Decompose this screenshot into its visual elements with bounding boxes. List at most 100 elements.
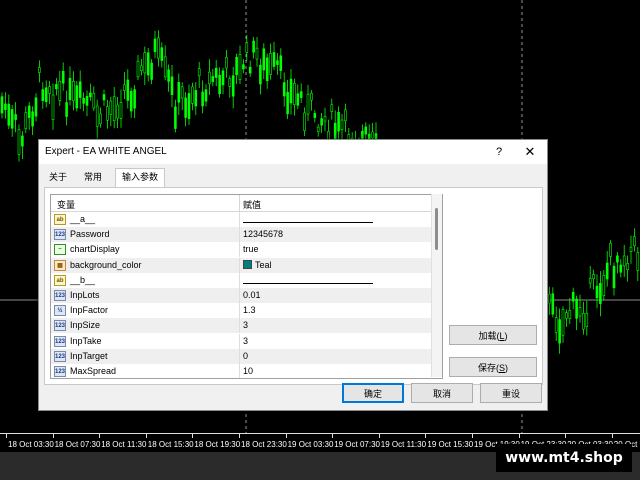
row-divider xyxy=(239,288,240,303)
candle-body xyxy=(279,55,283,71)
save-label: 保存( xyxy=(477,363,499,373)
grid-scrollbar[interactable] xyxy=(431,194,442,377)
candle-body xyxy=(31,111,34,127)
table-row[interactable]: 123 InpLots 0.01 xyxy=(51,288,442,303)
candle-body xyxy=(320,118,323,126)
time-axis-tick xyxy=(145,434,147,438)
time-axis-tick xyxy=(6,434,7,438)
candle-body xyxy=(337,112,340,132)
candle-body xyxy=(58,80,62,101)
candle-body xyxy=(191,86,194,104)
row-variable-name: InpTarget xyxy=(70,350,108,361)
table-row[interactable]: ▦ background_color Teal xyxy=(51,257,442,273)
tab-common[interactable]: 常用 xyxy=(79,169,107,186)
dialog-titlebar[interactable]: Expert - EA WHITE ANGEL ? ✕ xyxy=(39,140,547,164)
row-divider xyxy=(239,303,240,319)
color-type-icon: ▦ xyxy=(54,259,66,271)
column-header-variable[interactable]: 变量 xyxy=(57,198,75,211)
row-divider xyxy=(239,227,240,243)
candle-body xyxy=(221,70,225,86)
row-value[interactable]: 3 xyxy=(243,336,248,346)
candle-body xyxy=(605,262,609,280)
time-axis-tick xyxy=(99,434,101,438)
row-value[interactable]: 0.01 xyxy=(243,290,261,300)
table-row[interactable]: 123 InpTake 3 xyxy=(51,333,442,349)
candle-body xyxy=(619,264,623,273)
table-row[interactable]: ~ chartDisplay true xyxy=(51,242,442,258)
candle-body xyxy=(612,265,616,289)
row-variable-name: background_color xyxy=(70,259,142,270)
row-variable-name: InpLots xyxy=(70,290,100,300)
row-divider xyxy=(239,257,240,273)
candle-body xyxy=(609,242,612,257)
row-value[interactable]: 10 xyxy=(243,366,253,376)
tab-inputs[interactable]: 输入参数 xyxy=(115,168,165,188)
string-type-icon: ab xyxy=(54,274,66,286)
input-parameters-grid[interactable]: 变量 赋值 ab __a__ 123 Password 12345678 ~ chartDi… xyxy=(50,194,443,379)
cancel-button[interactable]: 取消 xyxy=(411,383,473,403)
row-value[interactable]: 1.3 xyxy=(243,305,256,315)
candle-body xyxy=(51,94,55,120)
time-axis-tick xyxy=(378,434,380,438)
candle-body xyxy=(65,102,68,117)
candle-body xyxy=(582,312,585,330)
candle-body xyxy=(109,100,113,115)
row-value[interactable]: true xyxy=(243,244,259,254)
candle-body xyxy=(208,71,211,85)
save-button[interactable]: 保存(S) xyxy=(449,357,537,377)
candle-body xyxy=(38,67,41,73)
table-row[interactable]: ab __b__ xyxy=(51,272,442,288)
candle-body xyxy=(565,312,568,319)
load-button[interactable]: 加载(L) xyxy=(449,325,537,345)
row-variable-name: InpSize xyxy=(70,320,101,331)
candle-body xyxy=(89,92,92,98)
column-divider[interactable] xyxy=(239,195,240,211)
ok-button[interactable]: 确定 xyxy=(342,383,404,403)
candle-body xyxy=(578,307,582,317)
candle-body xyxy=(262,48,266,71)
time-axis-label: 19 Oct 07:30 xyxy=(334,440,380,449)
candle-body xyxy=(92,93,96,109)
dialog-title: Expert - EA WHITE ANGEL xyxy=(45,146,167,157)
row-divider xyxy=(239,318,240,334)
row-value[interactable]: Teal xyxy=(243,259,272,270)
candle-body xyxy=(21,135,24,147)
candle-body xyxy=(27,105,31,118)
candle-body xyxy=(595,285,599,299)
candle-body xyxy=(99,113,102,125)
candle-body xyxy=(187,93,191,119)
row-value[interactable]: 12345678 xyxy=(243,229,283,239)
candle-body xyxy=(602,274,606,296)
column-header-value[interactable]: 赋值 xyxy=(243,198,261,211)
row-value[interactable]: 3 xyxy=(243,320,248,330)
candle-body xyxy=(41,89,45,102)
candle-body xyxy=(225,57,228,69)
help-button[interactable]: ? xyxy=(491,144,507,160)
candle-body xyxy=(276,60,279,65)
candle-body xyxy=(293,82,296,105)
candle-body xyxy=(119,102,123,119)
number-type-icon: 123 xyxy=(54,335,66,347)
table-row[interactable]: 123 MaxSpread 10 xyxy=(51,364,442,378)
table-row[interactable]: ½ InpFactor 1.3 xyxy=(51,303,442,319)
close-button[interactable]: ✕ xyxy=(519,142,541,162)
candle-body xyxy=(238,54,242,80)
table-row[interactable]: ab __a__ xyxy=(51,212,442,227)
candle-body xyxy=(4,103,7,111)
table-row[interactable]: 123 InpSize 3 xyxy=(51,318,442,334)
row-value[interactable]: 0 xyxy=(243,351,248,361)
table-row[interactable]: 123 InpTarget 0 xyxy=(51,348,442,364)
reset-button[interactable]: 重设 xyxy=(480,383,542,403)
candle-body xyxy=(55,84,58,90)
scrollbar-thumb[interactable] xyxy=(435,208,438,250)
candle-body xyxy=(269,53,272,75)
candle-body xyxy=(265,57,269,82)
row-variable-name: InpTake xyxy=(70,335,102,346)
candle-body xyxy=(252,40,255,53)
candle-body xyxy=(95,105,99,127)
time-axis-tick xyxy=(285,434,287,438)
table-row[interactable]: 123 Password 12345678 xyxy=(51,227,442,243)
tab-about[interactable]: 关于 xyxy=(45,169,71,186)
candle-body xyxy=(248,66,252,74)
candle-body xyxy=(361,130,364,139)
